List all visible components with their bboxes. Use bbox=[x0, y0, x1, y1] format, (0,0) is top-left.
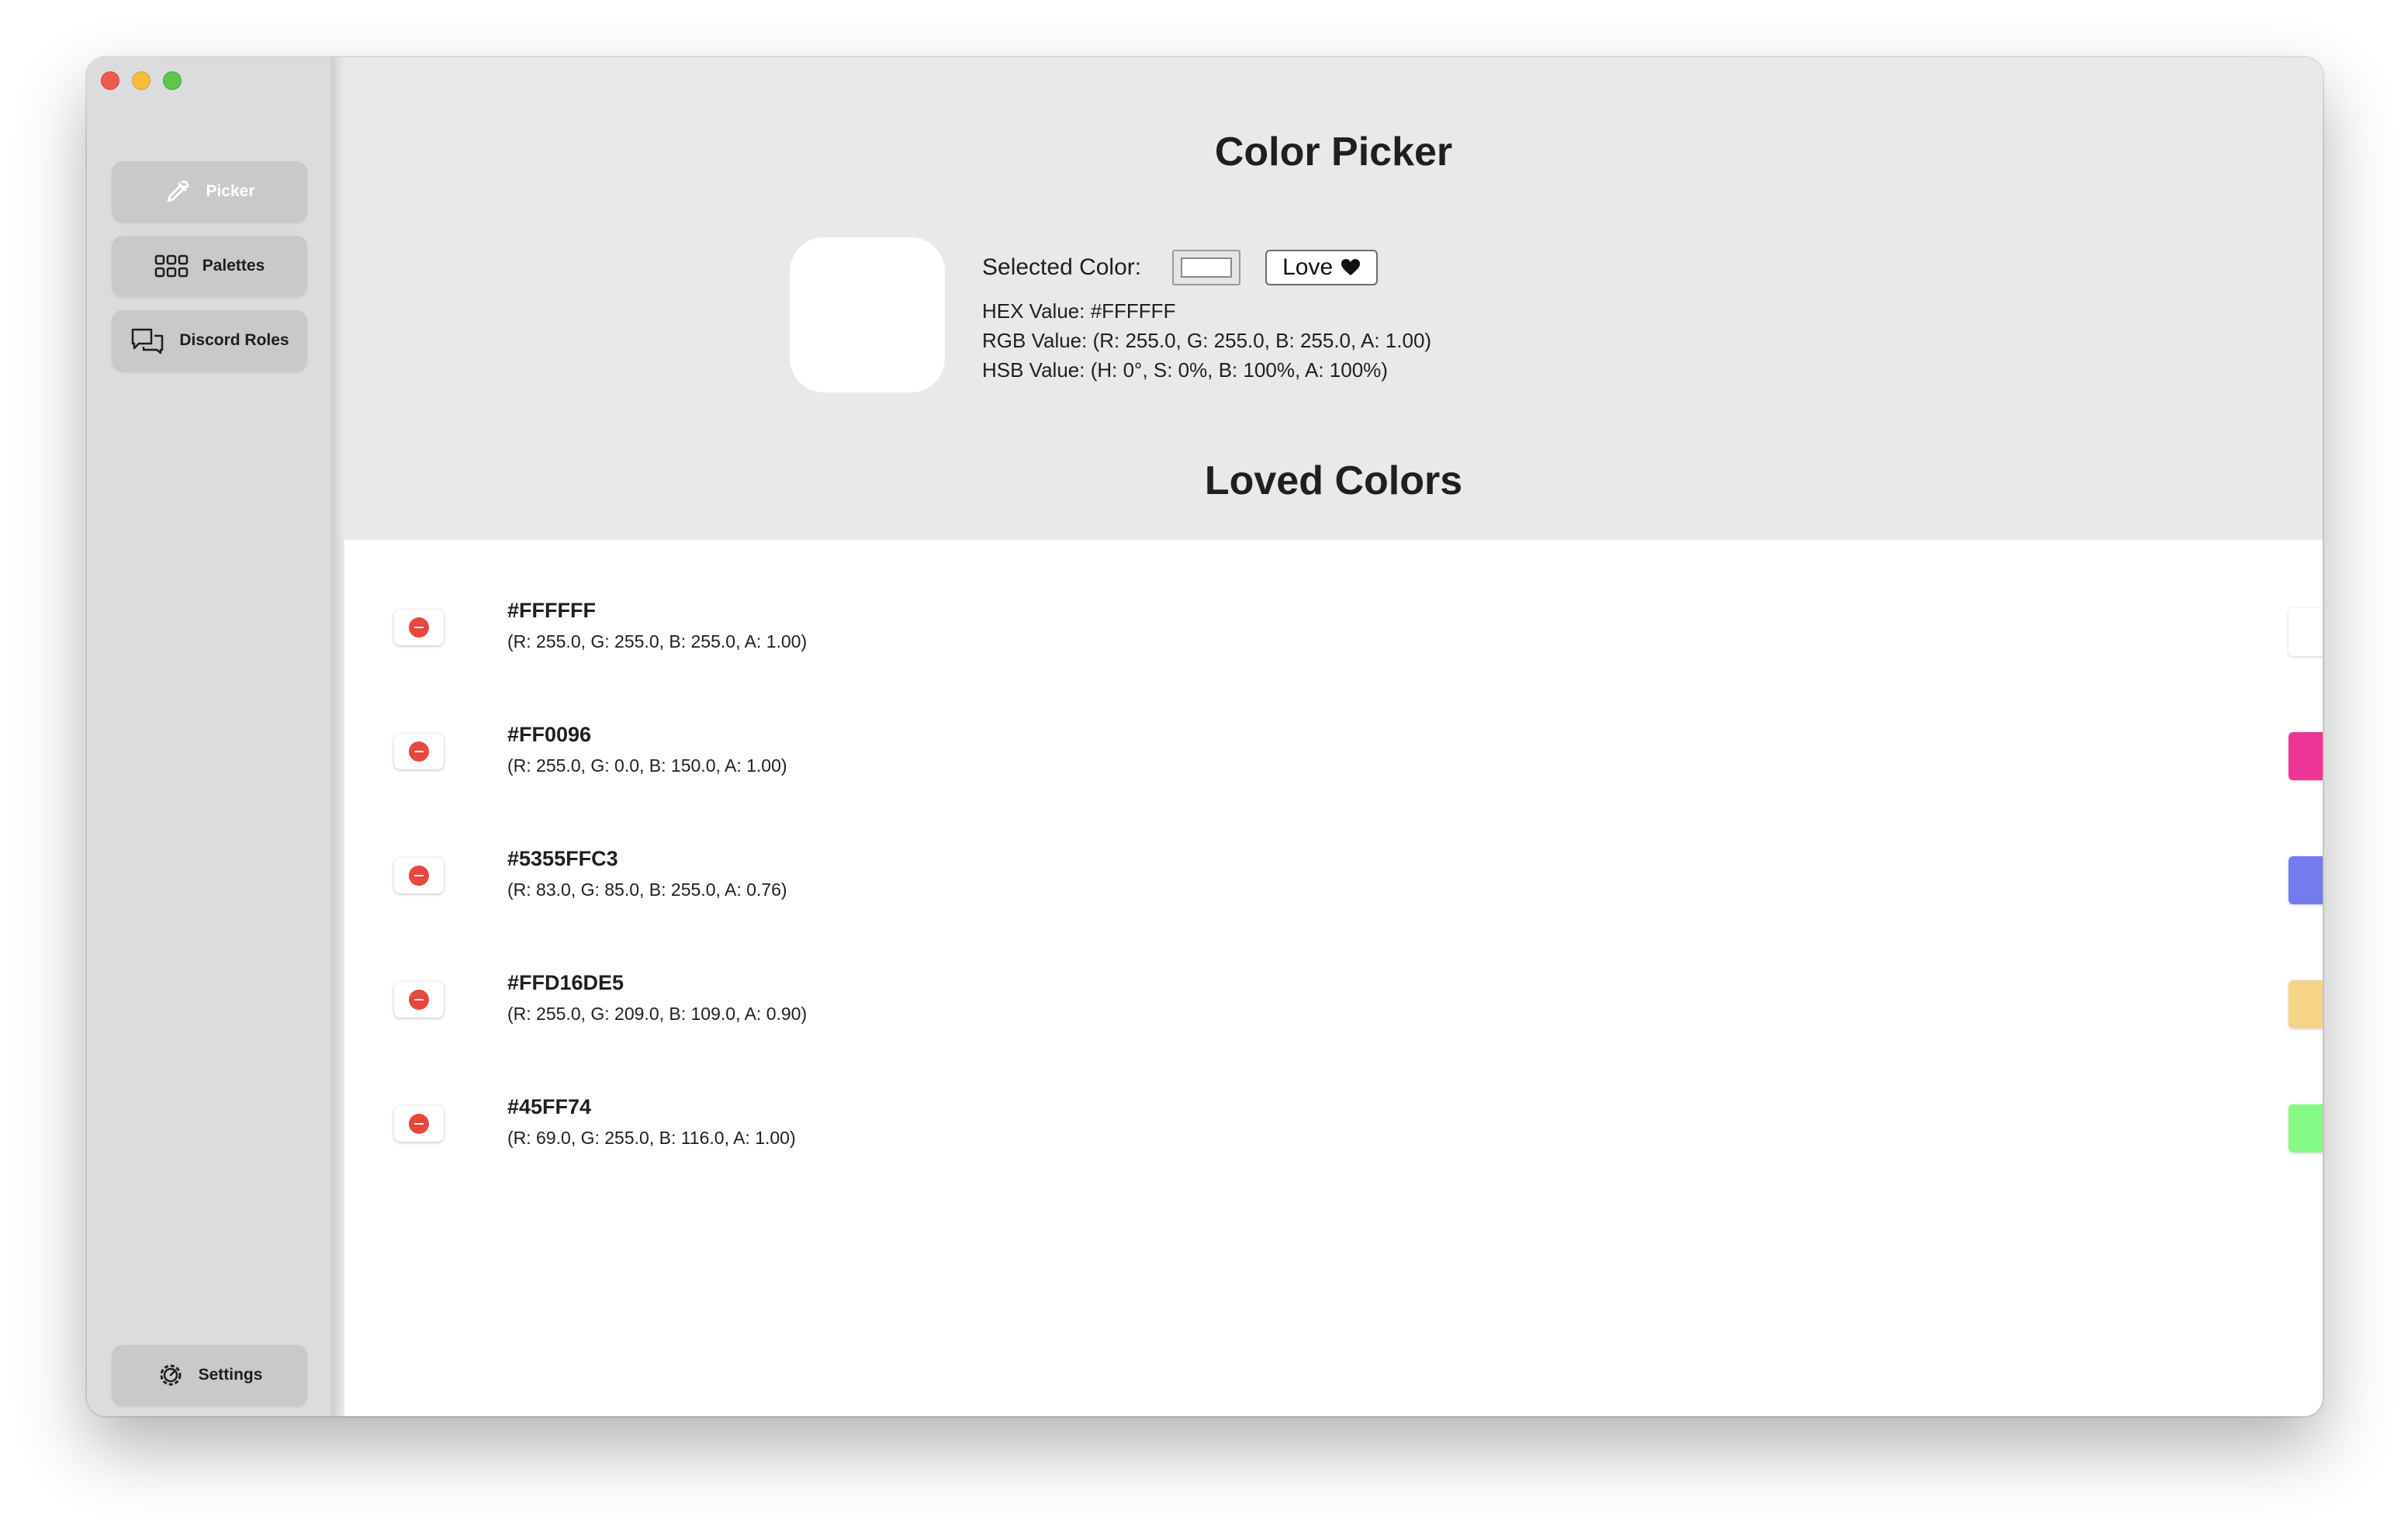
color-well-swatch bbox=[1181, 257, 1233, 278]
chat-bubbles-icon bbox=[132, 328, 164, 354]
color-rgb: (R: 83.0, G: 85.0, B: 255.0, A: 0.76) bbox=[507, 880, 787, 900]
selected-color-row: Selected Color: Love bbox=[982, 250, 1379, 285]
list-item: #FF0096 (R: 255.0, G: 0.0, B: 150.0, A: … bbox=[344, 703, 2323, 827]
sidebar: Picker Palettes Discord Roles Settings bbox=[87, 57, 332, 1416]
color-hex: #FFFFFF bbox=[507, 599, 596, 622]
window-controls bbox=[101, 71, 182, 90]
close-window-button[interactable] bbox=[101, 71, 119, 90]
remove-button[interactable] bbox=[394, 610, 444, 645]
list-item: #FFD16DE5 (R: 255.0, G: 209.0, B: 109.0,… bbox=[344, 951, 2323, 1075]
remove-button[interactable] bbox=[394, 1106, 444, 1142]
color-rgb: (R: 255.0, G: 209.0, B: 109.0, A: 0.90) bbox=[507, 1004, 808, 1024]
color-rgb: (R: 69.0, G: 255.0, B: 116.0, A: 1.00) bbox=[507, 1128, 796, 1148]
heart-icon bbox=[1341, 259, 1361, 275]
list-item: #45FF74 (R: 69.0, G: 255.0, B: 116.0, A:… bbox=[344, 1075, 2323, 1199]
sidebar-item-picker[interactable]: Picker bbox=[112, 161, 307, 222]
selected-color-label: Selected Color: bbox=[982, 254, 1142, 280]
remove-button[interactable] bbox=[394, 734, 444, 769]
color-rgb: (R: 255.0, G: 255.0, B: 255.0, A: 1.00) bbox=[507, 631, 808, 651]
settings-label: Settings bbox=[198, 1366, 263, 1384]
hsb-value: HSB Value: (H: 0°, S: 0%, B: 100%, A: 10… bbox=[982, 358, 1388, 382]
minimize-window-button[interactable] bbox=[132, 71, 150, 90]
minus-circle-icon bbox=[409, 617, 429, 638]
grid-icon bbox=[154, 254, 188, 278]
sidebar-item-label: Discord Roles bbox=[179, 331, 289, 349]
loved-colors-list: #FFFFFF (R: 255.0, G: 255.0, B: 255.0, A… bbox=[344, 540, 2323, 1416]
color-preview bbox=[790, 237, 945, 392]
remove-button[interactable] bbox=[394, 982, 444, 1018]
color-hex: #45FF74 bbox=[507, 1095, 592, 1118]
color-swatch bbox=[2289, 980, 2323, 1028]
minus-circle-icon bbox=[409, 866, 429, 886]
page-title: Color Picker bbox=[1214, 130, 1453, 175]
color-well[interactable] bbox=[1172, 250, 1241, 285]
zoom-window-button[interactable] bbox=[163, 71, 182, 90]
remove-button[interactable] bbox=[394, 858, 444, 893]
gear-icon bbox=[160, 1364, 182, 1386]
sidebar-item-label: Palettes bbox=[202, 257, 265, 275]
rgb-value: RGB Value: (R: 255.0, G: 255.0, B: 255.0… bbox=[982, 329, 1432, 352]
settings-button[interactable]: Settings bbox=[112, 1345, 307, 1405]
loved-colors-heading: Loved Colors bbox=[1204, 458, 1463, 503]
list-item: #FFFFFF (R: 255.0, G: 255.0, B: 255.0, A… bbox=[344, 579, 2323, 703]
color-swatch bbox=[2289, 1104, 2323, 1153]
color-rgb: (R: 255.0, G: 0.0, B: 150.0, A: 1.00) bbox=[507, 755, 787, 776]
sidebar-item-discord-roles[interactable]: Discord Roles bbox=[112, 310, 307, 371]
color-swatch bbox=[2289, 856, 2323, 904]
love-button[interactable]: Love bbox=[1265, 250, 1379, 285]
sidebar-item-palettes[interactable]: Palettes bbox=[112, 236, 307, 296]
sidebar-divider bbox=[332, 57, 344, 1416]
color-hex: #5355FFC3 bbox=[507, 847, 618, 870]
minus-circle-icon bbox=[409, 1114, 429, 1134]
color-swatch bbox=[2289, 732, 2323, 780]
sidebar-item-label: Picker bbox=[206, 182, 255, 200]
love-button-label: Love bbox=[1282, 254, 1334, 280]
picker-panel: Color Picker Selected Color: Love HEX Va… bbox=[344, 57, 2323, 540]
list-item: #5355FFC3 (R: 83.0, G: 85.0, B: 255.0, A… bbox=[344, 827, 2323, 951]
color-hex: #FFD16DE5 bbox=[507, 971, 624, 994]
color-swatch bbox=[2289, 608, 2323, 656]
hex-value: HEX Value: #FFFFFF bbox=[982, 299, 1176, 323]
eyedropper-icon bbox=[167, 180, 189, 202]
minus-circle-icon bbox=[409, 741, 429, 762]
app-window: Picker Palettes Discord Roles Settings C… bbox=[87, 57, 2323, 1416]
color-hex: #FF0096 bbox=[507, 723, 592, 746]
minus-circle-icon bbox=[409, 990, 429, 1010]
